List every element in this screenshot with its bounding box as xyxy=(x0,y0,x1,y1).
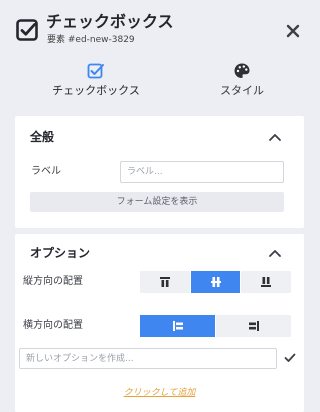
tab-style[interactable]: スタイル xyxy=(186,62,298,98)
horizontal-align-group xyxy=(140,315,291,337)
align-right-button[interactable] xyxy=(216,315,291,337)
form-settings-button[interactable]: フォーム設定を表示 xyxy=(30,192,284,212)
panel-title: チェックボックス xyxy=(46,12,174,31)
horizontal-align-label: 横方向の配置 xyxy=(23,320,83,331)
checkbox-icon xyxy=(87,63,104,79)
check-icon[interactable] xyxy=(284,353,296,363)
align-left-icon xyxy=(172,321,183,331)
general-section: 全般 ラベル フォーム設定を表示 xyxy=(15,116,304,228)
options-section: オプション 縦方向の配置 横方向の配置 新しいオプションを作成... クリックし… xyxy=(15,234,304,412)
align-top-button[interactable] xyxy=(140,271,190,293)
panel-header: チェックボックス 要素 #ed-new-3829 xyxy=(0,0,318,54)
label-input[interactable] xyxy=(120,161,284,183)
chevron-up-icon[interactable] xyxy=(268,248,282,258)
vertical-align-label: 縦方向の配置 xyxy=(23,276,83,287)
add-option-link[interactable]: クリックして追加 xyxy=(15,385,304,398)
chevron-up-icon[interactable] xyxy=(268,132,282,142)
align-top-icon xyxy=(159,277,170,287)
label-field-label: ラベル xyxy=(31,166,61,177)
tab-style-label: スタイル xyxy=(220,84,264,97)
vertical-align-group xyxy=(140,271,292,293)
align-bottom-button[interactable] xyxy=(241,271,292,293)
element-id: 要素 #ed-new-3829 xyxy=(47,35,135,45)
checkbox-icon xyxy=(16,19,38,41)
align-right-icon xyxy=(248,321,259,331)
align-middle-icon xyxy=(210,277,221,287)
palette-icon xyxy=(234,63,250,78)
align-middle-button[interactable] xyxy=(190,271,241,293)
general-title: 全般 xyxy=(30,130,55,144)
tab-checkbox-label: チェックボックス xyxy=(52,84,140,97)
tab-checkbox[interactable]: チェックボックス xyxy=(40,62,152,98)
align-bottom-icon xyxy=(261,277,272,287)
close-icon[interactable] xyxy=(284,22,302,40)
options-title: オプション xyxy=(30,246,91,260)
align-left-button[interactable] xyxy=(140,315,215,337)
new-option-input[interactable] xyxy=(19,348,277,369)
